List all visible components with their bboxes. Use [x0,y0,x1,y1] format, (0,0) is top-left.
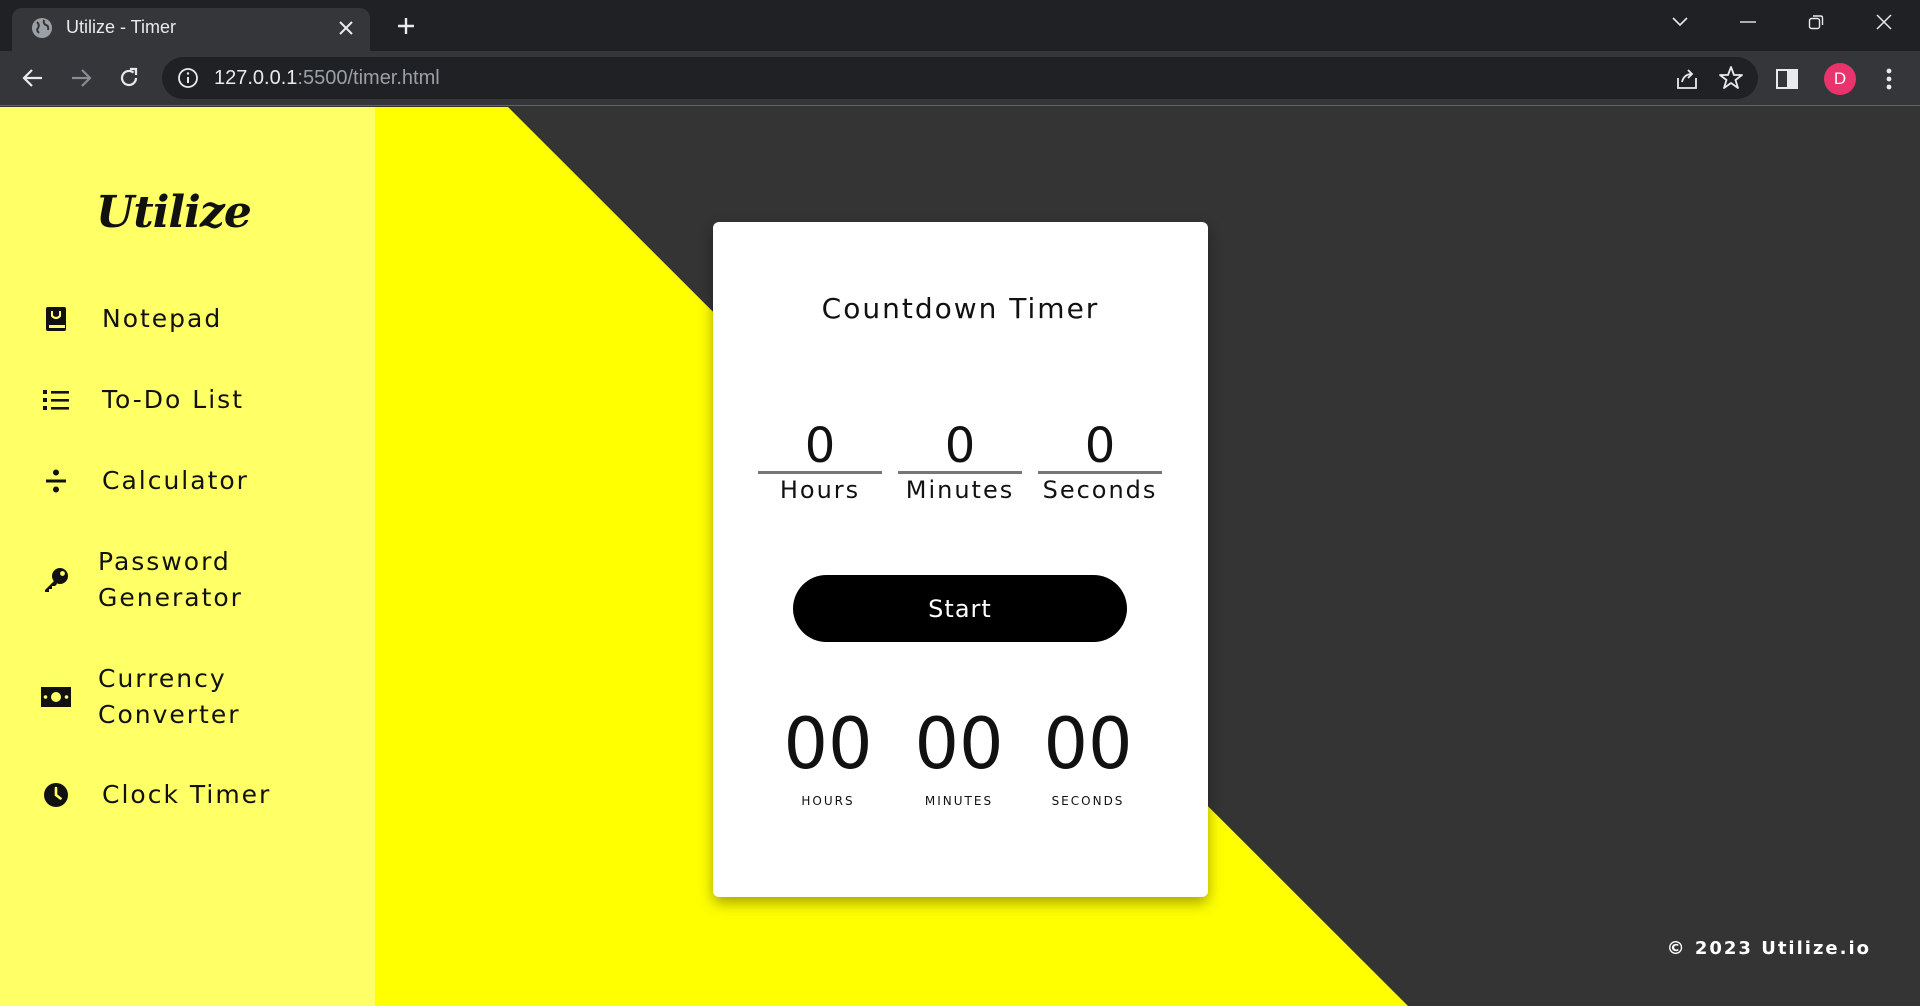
minutes-input-label: Minutes [905,476,1015,504]
sidebar-item-todo[interactable]: To-Do List [40,382,244,418]
footer-copyright: © 2023 Utilize.io [1666,938,1871,959]
globe-icon [32,18,52,38]
tab-search-chevron-icon[interactable] [1660,6,1700,38]
sidebar-item-label: Currency Converter [98,664,241,729]
hours-input-group: 0 Hours [758,418,882,504]
tab-close-icon[interactable] [332,14,360,42]
timer-card: Countdown Timer 0 Hours 0 Minutes 0 Seco… [713,222,1208,897]
sidebar-item-currency-converter[interactable]: Currency Converter [40,661,241,733]
logo[interactable]: Utilize [96,187,252,238]
divide-icon [40,465,72,497]
sidebar-item-label: Calculator [102,466,249,495]
page: Utilize Notepad To-Do List Calculator Pa… [0,107,1920,1006]
sidebar-item-password-generator[interactable]: Password Generator [40,544,243,616]
share-icon[interactable] [1674,66,1700,92]
tab-title: Utilize - Timer [66,17,177,37]
seconds-input-label: Seconds [1042,476,1158,504]
browser-tab-bar: Utilize - Timer [0,0,1920,51]
seconds-display-value: 00 [1043,703,1133,785]
seconds-input-group: 0 Seconds [1038,418,1162,504]
address-bar[interactable]: 127.0.0.1:5500/timer.html [162,57,1758,99]
hours-display: 00 HOURS [768,702,888,808]
card-title: Countdown Timer [821,292,1100,325]
sidebar: Utilize Notepad To-Do List Calculator Pa… [0,107,375,1006]
key-icon [40,564,72,596]
profile-avatar[interactable]: D [1824,63,1856,95]
forward-arrow-icon[interactable] [62,59,100,97]
seconds-display: 00 SECONDS [1028,702,1148,808]
minutes-display: 00 MINUTES [899,702,1019,808]
sidebar-item-calculator[interactable]: Calculator [40,463,249,499]
clock-icon [40,779,72,811]
minutes-display-value: 00 [914,703,1004,785]
minimize-icon[interactable] [1728,6,1768,38]
hours-input[interactable]: 0 [758,418,882,474]
url-text: 127.0.0.1:5500/timer.html [214,67,440,89]
sidebar-item-label: To-Do List [102,385,244,414]
kebab-menu-icon[interactable] [1874,64,1904,94]
restore-icon[interactable] [1796,6,1836,38]
side-panel-icon[interactable] [1774,66,1800,92]
seconds-display-label: SECONDS [1051,794,1125,808]
site-info-icon[interactable] [176,66,200,90]
browser-toolbar: 127.0.0.1:5500/timer.html D [0,51,1920,106]
reload-icon[interactable] [110,59,148,97]
sidebar-item-label: Clock Timer [102,780,272,809]
hours-display-value: 00 [783,703,873,785]
close-window-icon[interactable] [1864,6,1904,38]
minutes-display-label: MINUTES [924,794,994,808]
money-icon [40,681,72,713]
seconds-input[interactable]: 0 [1038,418,1162,474]
minutes-input-group: 0 Minutes [898,418,1022,504]
sidebar-item-label: Password Generator [98,547,243,612]
hours-input-label: Hours [779,476,861,504]
hours-display-label: HOURS [801,794,855,808]
list-icon [40,384,72,416]
start-button[interactable]: Start [793,575,1127,642]
sidebar-item-label: Notepad [102,304,223,333]
sidebar-item-notepad[interactable]: Notepad [40,301,222,337]
bookmark-star-icon[interactable] [1718,65,1744,91]
sidebar-item-clock-timer[interactable]: Clock Timer [40,777,271,813]
minutes-input[interactable]: 0 [898,418,1022,474]
new-tab-icon[interactable] [390,10,422,42]
notepad-icon [40,303,72,335]
back-arrow-icon[interactable] [14,59,52,97]
browser-tab[interactable]: Utilize - Timer [12,8,370,51]
